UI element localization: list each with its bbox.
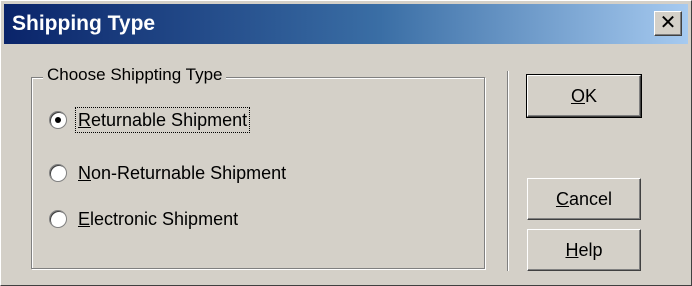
close-icon: ✕ (659, 12, 677, 34)
label-text: lectronic Shipment (90, 209, 239, 229)
mnemonic: C (555, 189, 569, 209)
close-button[interactable]: ✕ (654, 11, 682, 36)
button-label: K (585, 86, 598, 106)
mnemonic: E (78, 209, 91, 229)
button-label: elp (578, 240, 603, 260)
mnemonic: N (78, 163, 91, 183)
ok-button[interactable]: OK (526, 74, 642, 118)
help-button[interactable]: Help (527, 229, 641, 271)
radio-label: Electronic Shipment (76, 207, 240, 231)
radio-electronic-shipment[interactable]: Electronic Shipment (49, 206, 240, 232)
button-label: ancel (568, 189, 613, 209)
mnemonic: O (570, 86, 585, 106)
vertical-separator (507, 71, 509, 271)
shipping-type-dialog: Shipping Type ✕ Choose Shippting Type Re… (0, 0, 692, 286)
radio-label: Non-Returnable Shipment (76, 161, 288, 185)
group-label: Choose Shippting Type (43, 64, 227, 86)
radio-returnable-shipment[interactable]: Returnable Shipment (49, 107, 251, 133)
label-text: eturnable Shipment (91, 110, 248, 130)
mnemonic: H (565, 240, 579, 260)
title-bar[interactable]: Shipping Type ✕ (4, 4, 688, 44)
cancel-button[interactable]: Cancel (527, 178, 641, 220)
label-text: on-Returnable Shipment (91, 163, 287, 183)
radio-icon[interactable] (49, 111, 67, 129)
dialog-title: Shipping Type (12, 12, 156, 35)
radio-icon[interactable] (49, 210, 67, 228)
radio-non-returnable-shipment[interactable]: Non-Returnable Shipment (49, 160, 288, 186)
radio-label: Returnable Shipment (74, 107, 251, 133)
mnemonic: R (78, 110, 91, 130)
radio-icon[interactable] (49, 164, 67, 182)
